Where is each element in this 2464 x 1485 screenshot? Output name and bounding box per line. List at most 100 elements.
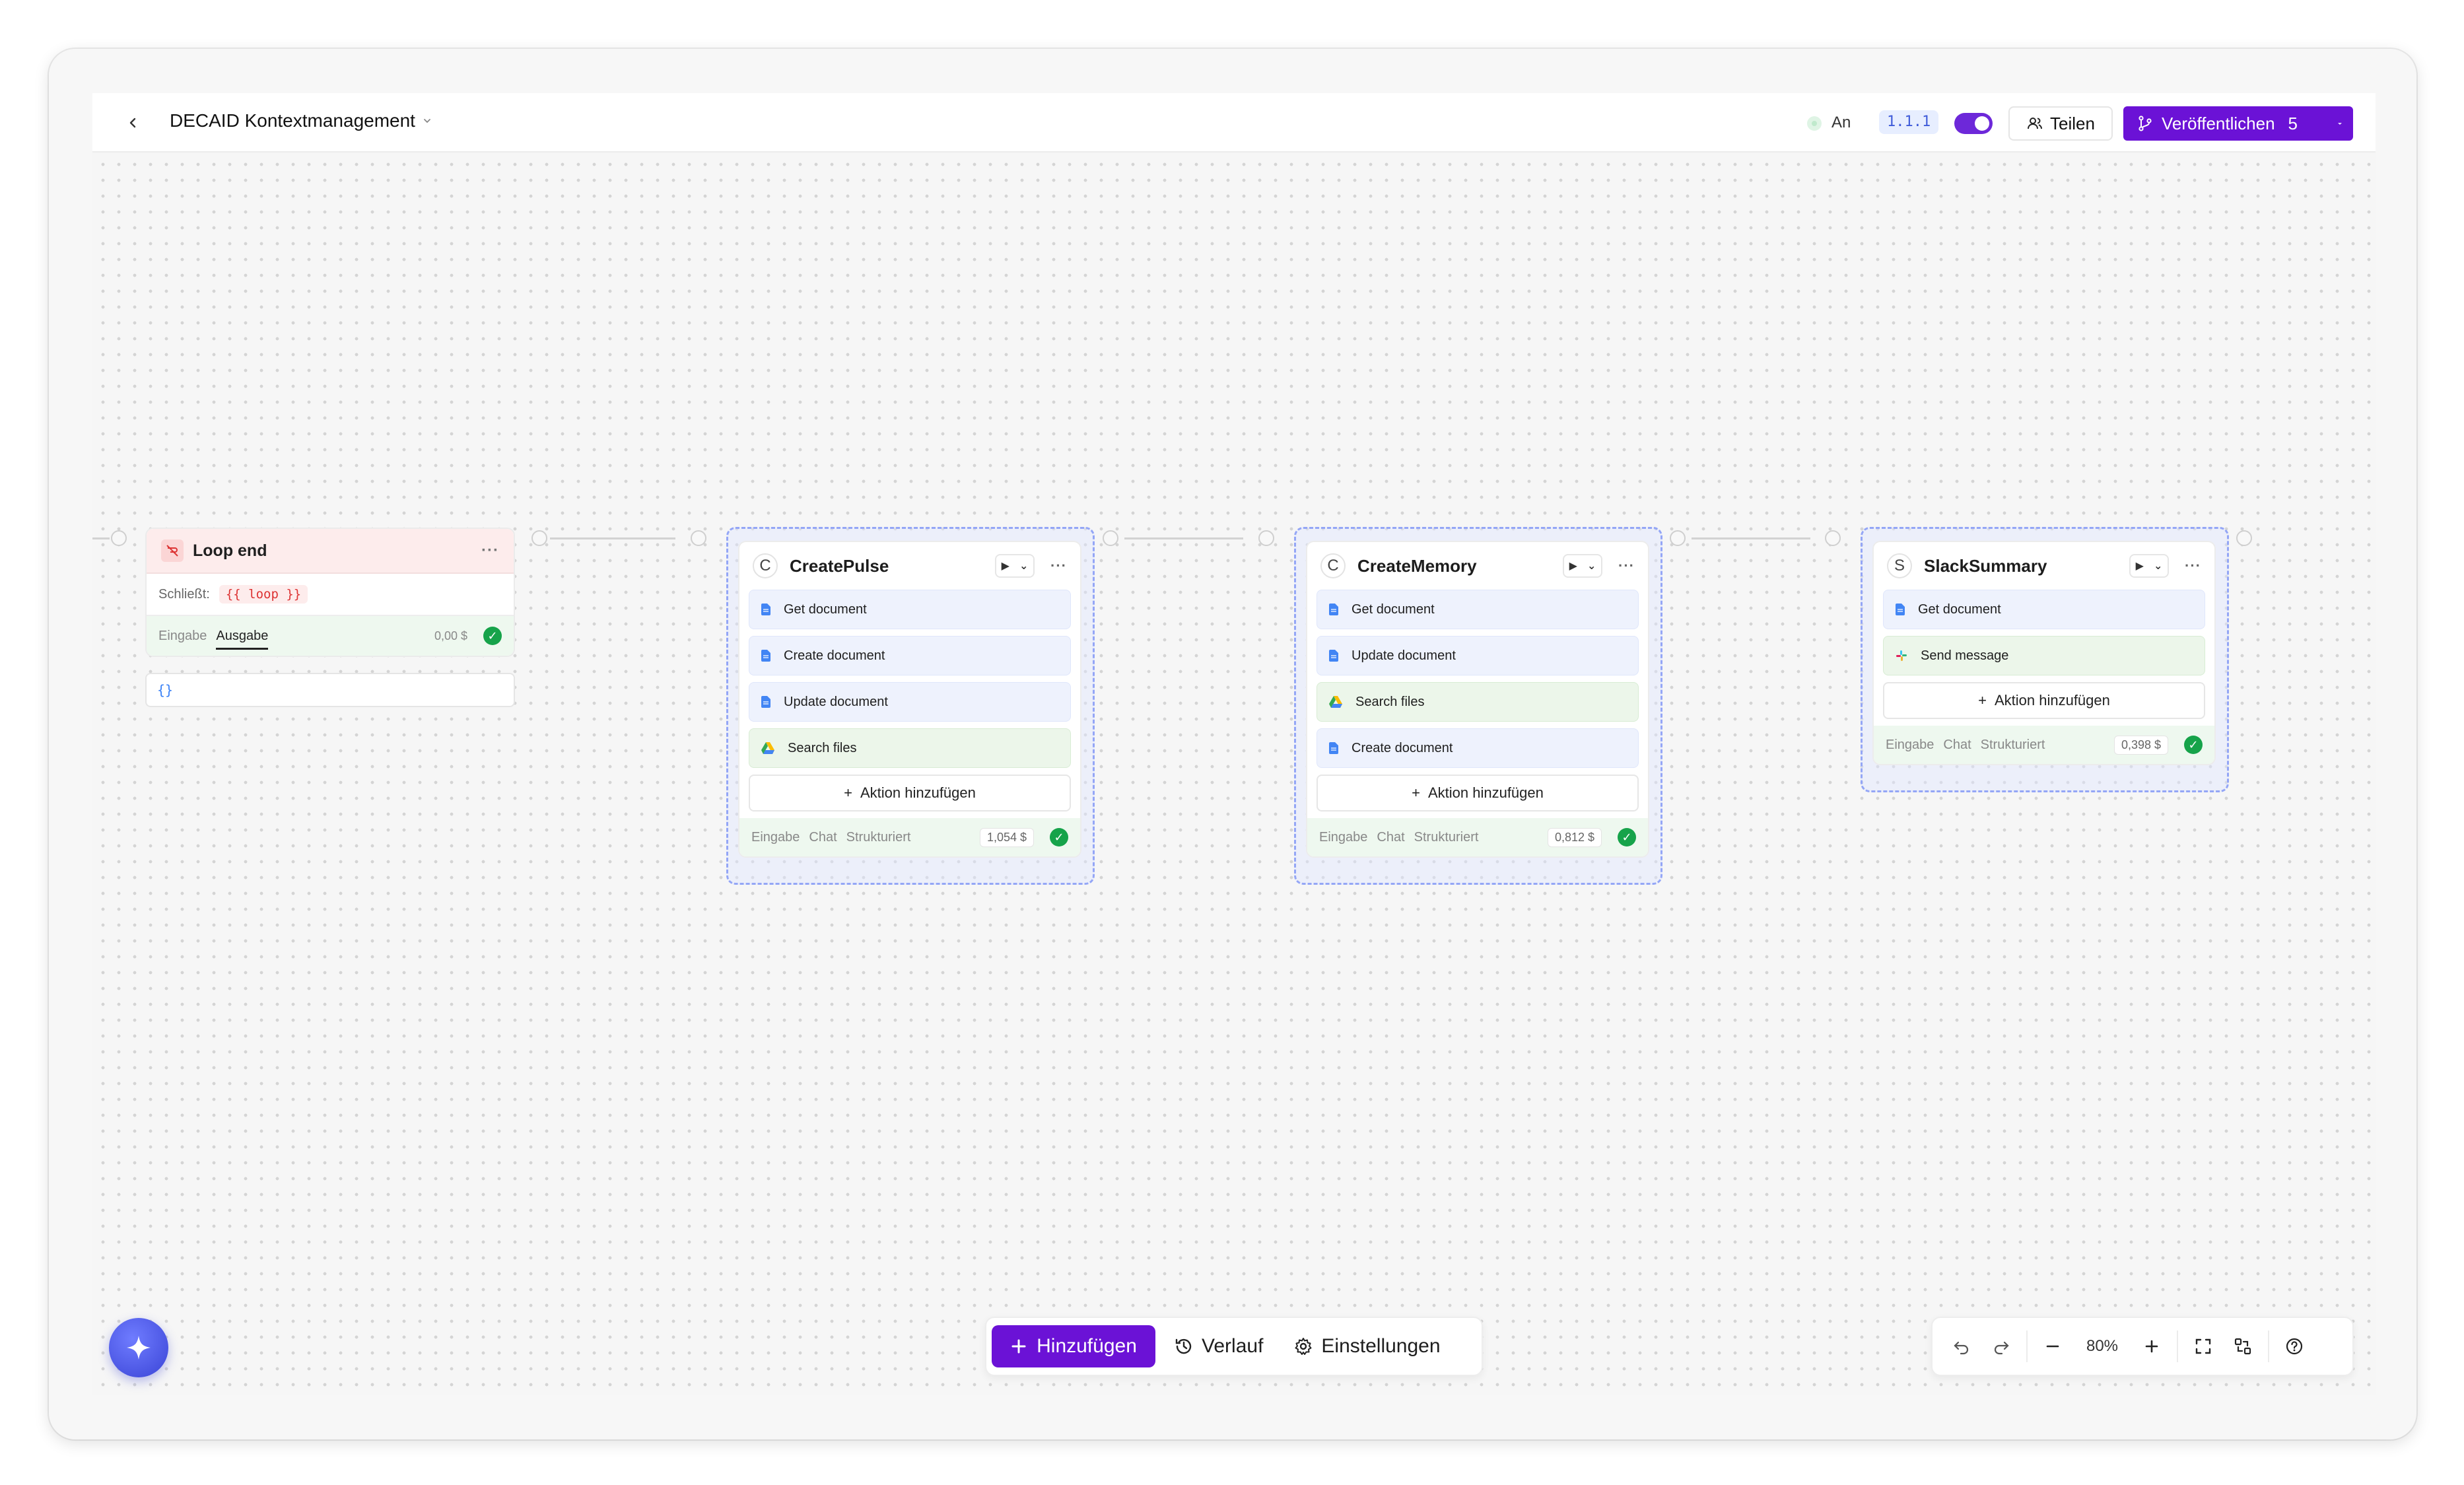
publish-button[interactable]: Veröffentlichen 5 [2123, 106, 2353, 141]
action-item[interactable]: Get document [1883, 590, 2205, 629]
google-drive-icon [1329, 696, 1342, 708]
action-item[interactable]: Create document [1317, 728, 1639, 768]
google-drive-icon [761, 742, 774, 754]
git-branch-icon [2139, 116, 2152, 131]
settings-label: Einstellungen [1321, 1335, 1441, 1357]
add-node-button[interactable]: Hinzufügen [992, 1325, 1155, 1367]
add-action-button[interactable]: + Aktion hinzufügen [1317, 775, 1639, 812]
loop-output-handle[interactable] [531, 530, 547, 546]
loop-closes-row: Schließt: {{ loop }} [147, 574, 514, 616]
node-footer: Eingabe Chat Strukturiert 0,398 $ ✓ [1874, 726, 2214, 764]
add-action-button[interactable]: + Aktion hinzufügen [1883, 682, 2205, 719]
status-label: An [1831, 114, 1851, 131]
redo-button[interactable] [1981, 1327, 2021, 1366]
creatememory-node[interactable]: C CreateMemory ▶ ⌄ ··· Get document Updat… [1306, 541, 1649, 858]
action-item[interactable]: Search files [749, 728, 1071, 768]
share-label: Teilen [2050, 113, 2095, 133]
tab-structured[interactable]: Strukturiert [1981, 738, 2045, 753]
undo-icon [1954, 1341, 1969, 1355]
tab-input[interactable]: Eingabe [1319, 830, 1367, 845]
createpulse-output-handle[interactable] [1103, 530, 1118, 546]
node-title: CreatePulse [790, 555, 889, 576]
loop-closes-value: {{ loop }} [219, 585, 308, 604]
zoom-out-button[interactable] [2033, 1327, 2072, 1366]
run-button[interactable]: ▶ ⌄ [2129, 554, 2170, 578]
settings-button[interactable]: Einstellungen [1282, 1325, 1452, 1367]
tab-input[interactable]: Eingabe [158, 629, 207, 644]
status-indicator-icon [1807, 116, 1822, 131]
loop-end-header: Loop end ··· [147, 529, 514, 574]
action-label: Get document [784, 602, 867, 617]
tab-structured[interactable]: Strukturiert [846, 830, 911, 845]
edge-creatememory-to-slacksummary [1692, 537, 1810, 539]
more-options-icon[interactable]: ··· [1618, 557, 1635, 574]
tab-output[interactable]: Ausgabe [216, 629, 269, 650]
creatememory-input-handle[interactable] [1258, 530, 1274, 546]
workflow-title[interactable]: DECAID Kontextmanagement [170, 110, 432, 131]
back-button[interactable] [119, 109, 147, 137]
action-item[interactable]: Update document [749, 682, 1071, 722]
ai-assistant-button[interactable] [109, 1318, 168, 1377]
slacksummary-input-handle[interactable] [1825, 530, 1841, 546]
action-label: Search files [788, 740, 857, 755]
add-node-label: Hinzufügen [1037, 1335, 1137, 1357]
action-item[interactable]: Update document [1317, 636, 1639, 675]
action-item[interactable]: Create document [749, 636, 1071, 675]
more-options-icon[interactable]: ··· [481, 541, 499, 560]
loop-end-node[interactable]: Loop end ··· Schließt: {{ loop }} Eingab… [145, 528, 515, 657]
slacksummary-output-handle[interactable] [2236, 530, 2252, 546]
add-action-button[interactable]: + Aktion hinzufügen [749, 775, 1071, 812]
zoom-in-button[interactable] [2132, 1327, 2172, 1366]
loop-output-json[interactable]: {} [145, 673, 515, 707]
action-item[interactable]: Send message [1883, 636, 2205, 675]
google-docs-icon [761, 696, 770, 708]
slacksummary-node[interactable]: S SlackSummary ▶ ⌄ ··· Get document Send … [1872, 541, 2216, 765]
share-button[interactable]: Teilen [2008, 106, 2113, 141]
caret-down-icon[interactable] [2336, 120, 2344, 127]
plus-icon [2145, 1340, 2158, 1353]
plus-icon: + [844, 784, 852, 801]
slack-icon [1896, 650, 1907, 661]
creatememory-output-handle[interactable] [1670, 530, 1686, 546]
more-options-icon[interactable]: ··· [1050, 557, 1067, 574]
workflow-editor: DECAID Kontextmanagement An 1.1.1 Teilen… [92, 93, 2376, 1395]
tab-structured[interactable]: Strukturiert [1414, 830, 1479, 845]
tab-input[interactable]: Eingabe [1886, 738, 1934, 753]
tab-chat[interactable]: Chat [1377, 830, 1404, 845]
tab-chat[interactable]: Chat [809, 830, 837, 845]
run-button[interactable]: ▶ ⌄ [1563, 554, 1603, 578]
tab-input[interactable]: Eingabe [751, 830, 800, 845]
divider [2268, 1330, 2269, 1362]
undo-button[interactable] [1942, 1327, 1981, 1366]
help-button[interactable] [2275, 1327, 2314, 1366]
action-item[interactable]: Search files [1317, 682, 1639, 722]
tab-chat[interactable]: Chat [1943, 738, 1971, 753]
node-price: 0,398 $ [2113, 735, 2168, 755]
action-item[interactable]: Get document [749, 590, 1071, 629]
publish-label: Veröffentlichen [2162, 113, 2275, 133]
chevron-down-icon: ⌄ [1587, 561, 1596, 572]
node-title: SlackSummary [1924, 555, 2047, 576]
edge-createpulse-to-creatememory [1124, 537, 1243, 539]
history-button[interactable]: Verlauf [1162, 1325, 1275, 1367]
loop-input-handle[interactable] [111, 530, 127, 546]
fit-view-button[interactable] [2183, 1327, 2223, 1366]
chevron-left-icon [129, 118, 136, 128]
version-badge[interactable]: 1.1.1 [1879, 110, 1939, 134]
google-docs-icon [1329, 742, 1338, 754]
publish-count: 5 [2288, 113, 2298, 133]
chevron-down-icon: ⌄ [2154, 561, 2163, 572]
action-item[interactable]: Get document [1317, 590, 1639, 629]
auto-layout-button[interactable] [2223, 1327, 2263, 1366]
more-options-icon[interactable]: ··· [2185, 557, 2201, 574]
createpulse-node[interactable]: C CreatePulse ▶ ⌄ ··· Get document Create… [738, 541, 1081, 858]
action-label: Get document [1918, 602, 2001, 617]
active-toggle[interactable] [1954, 113, 1993, 134]
zoom-level[interactable]: 80% [2072, 1337, 2132, 1356]
createpulse-input-handle[interactable] [691, 530, 706, 546]
node-footer: Eingabe Chat Strukturiert 1,054 $ ✓ [739, 818, 1080, 856]
run-button[interactable]: ▶ ⌄ [995, 554, 1035, 578]
add-action-label: Aktion hinzufügen [860, 784, 976, 801]
play-icon: ▶ [1569, 561, 1577, 572]
google-docs-icon [1329, 604, 1338, 615]
